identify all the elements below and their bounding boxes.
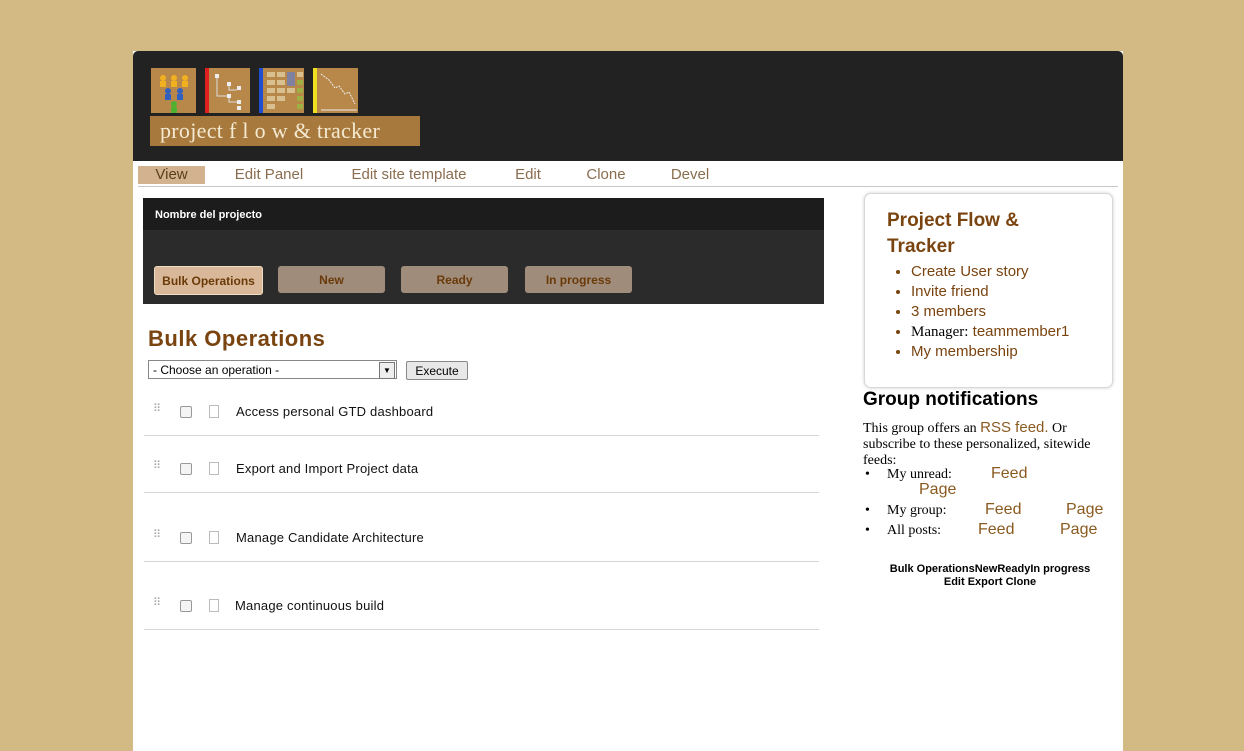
operation-select[interactable]: - Choose an operation - ▼ — [148, 360, 397, 379]
list-item: Create User story — [911, 262, 1069, 282]
row-checkbox[interactable] — [180, 532, 192, 544]
all-posts-feed-link[interactable]: Feed — [978, 521, 1014, 539]
view-tab-ready[interactable]: Ready — [401, 266, 508, 293]
page-container: project f l o w & tracker View Edit Pane… — [133, 51, 1123, 751]
row-title[interactable]: Manage continuous build — [235, 598, 384, 613]
panel-links: Bulk OperationsNewReadyIn progress Edit … — [863, 563, 1117, 589]
manager-label: Manager: — [911, 324, 969, 340]
table-row: ⠿ Manage Candidate Architecture — [144, 493, 819, 562]
drag-handle-icon[interactable]: ⠿ — [153, 461, 161, 477]
chevron-down-icon[interactable]: ▼ — [379, 362, 395, 379]
drag-handle-icon[interactable]: ⠿ — [153, 598, 161, 614]
burndown-tile-icon — [313, 68, 358, 113]
row-title[interactable]: Manage Candidate Architecture — [236, 530, 424, 545]
board-tile-icon — [259, 68, 304, 113]
group-info-box: Project Flow & Tracker Create User story… — [864, 193, 1113, 388]
rss-feed-link[interactable]: RSS feed. — [980, 419, 1048, 436]
document-icon — [209, 531, 219, 544]
members-link[interactable]: 3 members — [911, 303, 986, 320]
tab-view[interactable]: View — [138, 166, 205, 184]
panel-header: Nombre del projecto Bulk Operations New … — [143, 198, 824, 304]
view-links[interactable]: Bulk OperationsNewReadyIn progress — [863, 563, 1117, 576]
view-tab-bulk-operations[interactable]: Bulk Operations — [154, 266, 263, 295]
group-title[interactable]: Project Flow & Tracker — [887, 208, 1067, 260]
notifications-title: Group notifications — [863, 389, 1039, 410]
group-links: Create User story Invite friend 3 member… — [891, 262, 1069, 362]
list-item: Invite friend — [911, 282, 1069, 302]
list-item: 3 members — [911, 302, 1069, 322]
list-item: Manager: teammember1 — [911, 322, 1069, 342]
view-tab-new[interactable]: New — [278, 266, 385, 293]
my-unread-page-link[interactable]: Page — [919, 481, 956, 499]
document-icon — [209, 599, 219, 612]
project-name: Nombre del projecto — [143, 198, 824, 230]
feed-label: All posts: — [887, 523, 942, 538]
drag-handle-icon[interactable]: ⠿ — [153, 404, 161, 420]
primary-tabs: View Edit Panel Edit site template Edit … — [138, 164, 1118, 187]
row-checkbox[interactable] — [180, 600, 192, 612]
operation-select-value: - Choose an operation - — [153, 363, 280, 377]
document-icon — [209, 405, 219, 418]
page-title: Bulk Operations — [148, 326, 326, 351]
manager-link[interactable]: teammember1 — [973, 323, 1070, 340]
list-item: My membership — [911, 342, 1069, 362]
table-row: ⠿ Access personal GTD dashboard — [144, 392, 819, 436]
drag-handle-icon[interactable]: ⠿ — [153, 530, 161, 546]
tab-edit-site-template[interactable]: Edit site template — [343, 166, 475, 184]
tab-devel[interactable]: Devel — [666, 166, 714, 184]
my-unread-feed-link[interactable]: Feed — [991, 465, 1027, 483]
invite-friend-link[interactable]: Invite friend — [911, 283, 989, 300]
my-group-feed-link[interactable]: Feed — [985, 501, 1021, 519]
notifications-description: This group offers an RSS feed. Or subscr… — [863, 420, 1113, 469]
tab-edit-panel[interactable]: Edit Panel — [226, 166, 312, 184]
action-links[interactable]: Edit Export Clone — [863, 576, 1117, 589]
feed-label: My group: — [887, 503, 947, 518]
row-title[interactable]: Access personal GTD dashboard — [236, 404, 433, 419]
notifications-desc-before: This group offers an — [863, 421, 977, 436]
tab-edit[interactable]: Edit — [508, 166, 548, 184]
table-row: ⠿ Export and Import Project data — [144, 436, 819, 493]
execute-button[interactable]: Execute — [406, 361, 468, 380]
view-tab-in-progress[interactable]: In progress — [525, 266, 632, 293]
all-posts-page-link[interactable]: Page — [1060, 521, 1097, 539]
site-header: project f l o w & tracker — [133, 51, 1123, 161]
table-row: ⠿ Manage continuous build — [144, 562, 819, 630]
document-icon — [209, 462, 219, 475]
row-title[interactable]: Export and Import Project data — [236, 461, 418, 476]
my-group-page-link[interactable]: Page — [1066, 501, 1103, 519]
row-checkbox[interactable] — [180, 406, 192, 418]
my-membership-link[interactable]: My membership — [911, 343, 1018, 360]
logo-text: project f l o w & tracker — [150, 116, 420, 146]
create-user-story-link[interactable]: Create User story — [911, 263, 1029, 280]
row-checkbox[interactable] — [180, 463, 192, 475]
team-tile-icon — [151, 68, 196, 113]
tab-clone[interactable]: Clone — [584, 166, 628, 184]
logo[interactable] — [151, 68, 359, 115]
flow-tile-icon — [205, 68, 250, 113]
